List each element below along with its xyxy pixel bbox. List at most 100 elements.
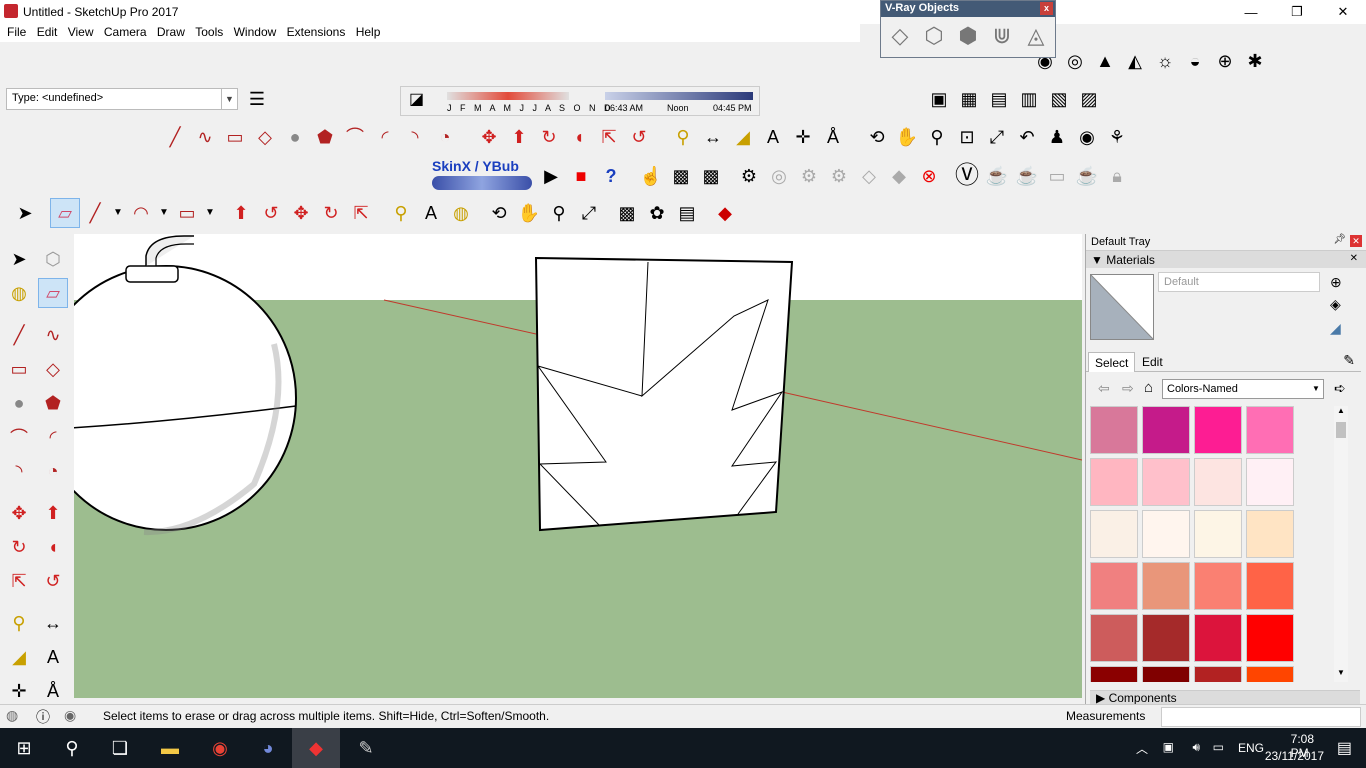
vray-close-button[interactable]: x	[1040, 2, 1053, 15]
walk-tool-icon[interactable]: ⚘	[1102, 122, 1132, 152]
shaded-texture-icon[interactable]: ▨	[1074, 84, 1104, 114]
pin-icon[interactable]: 📌︎	[1333, 234, 1346, 245]
polygon-tool-icon[interactable]: ⬟	[310, 122, 340, 152]
plugin-g-icon[interactable]: ◆	[884, 161, 914, 191]
material-swatch[interactable]	[1090, 666, 1138, 682]
chrome-icon[interactable]: ◉	[196, 728, 244, 768]
freehand-v-icon[interactable]: ∿	[38, 320, 68, 350]
paint-bucket-icon[interactable]: ◍	[446, 198, 476, 228]
sphere-object[interactable]	[74, 265, 297, 531]
volume-icon[interactable]: 🔊︎	[1192, 740, 1200, 755]
material-swatch[interactable]	[1090, 562, 1138, 610]
material-swatch[interactable]	[1142, 666, 1190, 682]
settings-light-icon[interactable]: ✱	[1240, 46, 1270, 76]
tape-measure-v-icon[interactable]: ⚲	[4, 608, 34, 638]
3d-text-icon[interactable]: Å	[818, 122, 848, 152]
circle-v-icon[interactable]: ●	[4, 388, 34, 418]
rotate-v-icon[interactable]: ↻	[4, 532, 34, 562]
zoom-extents-icon[interactable]: ⤢	[982, 122, 1012, 152]
cancel-plugin-icon[interactable]: ⊗	[914, 161, 944, 191]
arc-tool-icon[interactable]: ⌒	[340, 122, 370, 152]
text-v-icon[interactable]: A	[38, 642, 68, 672]
vray-proxy-icon[interactable]: ⬢	[953, 21, 983, 51]
material-name-field[interactable]: Default	[1158, 272, 1320, 292]
line-tool-2-icon[interactable]: ╱	[80, 198, 110, 228]
material-swatch[interactable]	[1246, 666, 1294, 682]
position-camera-icon[interactable]: ♟	[1042, 122, 1072, 152]
close-button[interactable]: ✕	[1320, 0, 1366, 24]
menu-draw[interactable]: Draw	[150, 24, 185, 39]
collection-select[interactable]: Colors-Named ▼	[1162, 379, 1324, 399]
vray-box-icon[interactable]: ⬡	[919, 21, 949, 51]
shaded-icon[interactable]: ▧	[1044, 84, 1074, 114]
shape-dropdown-icon[interactable]: ▼	[202, 198, 218, 228]
material-swatch[interactable]	[1246, 614, 1294, 662]
paint-app-icon[interactable]: ✎	[342, 728, 390, 768]
xray-icon[interactable]: ▦	[954, 84, 984, 114]
3d-warehouse-icon[interactable]: ▩	[612, 198, 642, 228]
protractor-icon[interactable]: ◢	[728, 122, 758, 152]
menu-extensions[interactable]: Extensions	[280, 24, 346, 39]
zoom-extents-2-icon[interactable]: ⤢	[574, 198, 604, 228]
push-pull-icon[interactable]: ⬆	[504, 122, 534, 152]
rectangle-tool-icon[interactable]: ▭	[220, 122, 250, 152]
tab-edit[interactable]: Edit	[1136, 352, 1169, 372]
pan-tool-icon[interactable]: ✋	[892, 122, 922, 152]
material-swatch[interactable]	[1142, 510, 1190, 558]
move-2-icon[interactable]: ✥	[286, 198, 316, 228]
teapot-icon[interactable]: ☕	[982, 161, 1012, 191]
material-swatch[interactable]	[1194, 666, 1242, 682]
material-swatch[interactable]	[1194, 406, 1242, 454]
measurements-input[interactable]	[1161, 707, 1361, 727]
look-around-icon[interactable]: ◉	[1072, 122, 1102, 152]
rotate-tool-icon[interactable]: ↻	[534, 122, 564, 152]
task-view-icon[interactable]: ❏	[96, 728, 144, 768]
axes-v-icon[interactable]: ✛	[4, 676, 34, 706]
push-pull-v-icon[interactable]: ⬆	[38, 498, 68, 528]
vray-logo-icon[interactable]: Ⓥ	[952, 161, 982, 191]
frame-buffer-icon[interactable]: ▭	[1042, 161, 1072, 191]
sun-light-icon[interactable]: ☼	[1150, 46, 1180, 76]
material-swatch[interactable]	[1246, 406, 1294, 454]
entity-info-icon[interactable]: ☰	[242, 84, 272, 114]
material-swatch[interactable]	[1142, 458, 1190, 506]
geo-location-icon[interactable]: ◍	[6, 707, 18, 724]
eraser-tool-icon[interactable]: ▱	[50, 198, 80, 228]
instructor-icon[interactable]: ⓘ	[36, 707, 50, 727]
zoom-window-icon[interactable]: ⊡	[952, 122, 982, 152]
material-swatch[interactable]	[1142, 562, 1190, 610]
material-swatch[interactable]	[1194, 614, 1242, 662]
axes-tool-icon[interactable]: ✛	[788, 122, 818, 152]
eraser-v-icon[interactable]: ▱	[38, 278, 68, 308]
plugin-e-icon[interactable]: ⚙	[824, 161, 854, 191]
sphere-light-icon[interactable]: ◎	[1060, 46, 1090, 76]
make-component-icon[interactable]: ⬡	[38, 244, 68, 274]
layers-icon[interactable]: ▣	[924, 84, 954, 114]
eyedropper-icon[interactable]: ✎	[1343, 352, 1355, 369]
start-button-icon[interactable]: ⊞	[0, 728, 48, 768]
board-face[interactable]	[534, 256, 794, 532]
move-v-icon[interactable]: ✥	[4, 498, 34, 528]
details-arrow-icon[interactable]: ➪	[1334, 380, 1346, 397]
freehand-tool-icon[interactable]: ∿	[190, 122, 220, 152]
select-tool-v-icon[interactable]: ➤	[4, 244, 34, 274]
clock-date[interactable]: 23/11/2017	[1265, 749, 1324, 763]
wireframe-icon[interactable]: ▤	[984, 84, 1014, 114]
paint-bucket-v-icon[interactable]: ◍	[4, 278, 34, 308]
orbit-tool-icon[interactable]: ⟲	[862, 122, 892, 152]
maximize-button[interactable]: ❐	[1274, 0, 1320, 24]
push-pull-2-icon[interactable]: ⬆	[226, 198, 256, 228]
help-icon[interactable]: ?	[596, 161, 626, 191]
time-slider[interactable]	[605, 92, 753, 100]
lock-icon[interactable]: 🔒︎	[1102, 161, 1132, 191]
interactive-render-icon[interactable]: ☕	[1012, 161, 1042, 191]
materials-close-icon[interactable]: ✕	[1350, 253, 1358, 264]
file-explorer-icon[interactable]: ▬	[146, 728, 194, 768]
materials-panel-header[interactable]: ▼ Materials ✕	[1086, 250, 1366, 268]
pie-tool-icon[interactable]: ◔	[430, 122, 460, 152]
components-panel-header[interactable]: ▶ Components	[1090, 690, 1360, 705]
arc-2pt-icon[interactable]: ◜	[370, 122, 400, 152]
plugin-a-icon[interactable]: ▩	[666, 161, 696, 191]
pie-v-icon[interactable]: ◔	[38, 456, 68, 486]
offset-2-icon[interactable]: ↺	[256, 198, 286, 228]
